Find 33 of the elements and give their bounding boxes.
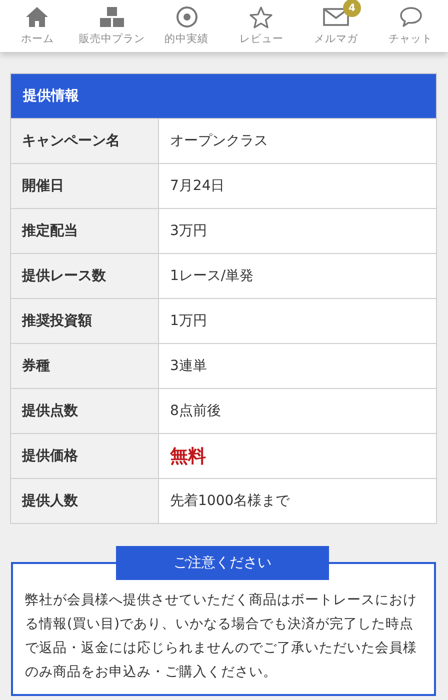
- chat-icon: [398, 6, 423, 28]
- row-value: 1レース/単発: [169, 267, 255, 286]
- nav-tab[interactable]: 販売中プラン: [74, 0, 150, 52]
- row-label: キャンペーン名: [11, 119, 159, 163]
- star-icon: [249, 6, 274, 28]
- row-label: 券種: [11, 344, 159, 388]
- row-label: 開催日: [11, 164, 159, 208]
- notice-title: ご注意ください: [116, 546, 329, 580]
- nav-tab[interactable]: 4 メルマガ: [298, 0, 374, 52]
- row-label: 推奨投資額: [11, 299, 159, 343]
- nav-tab[interactable]: チャット: [373, 0, 448, 52]
- nav-tab[interactable]: ホーム: [0, 0, 75, 52]
- row-label: 提供レース数: [11, 254, 159, 298]
- row-label: 推定配当: [11, 209, 159, 253]
- row-label: 提供点数: [11, 389, 159, 433]
- target-icon: [176, 6, 198, 28]
- row-label: 提供人数: [11, 479, 159, 523]
- home-icon: [25, 6, 50, 28]
- count-badge: 4: [343, 0, 362, 17]
- row-value: 7月24日: [169, 177, 226, 196]
- nav-tab[interactable]: レビュー: [224, 0, 299, 52]
- row-label: 提供価格: [11, 434, 159, 478]
- row-value: 3連単: [169, 357, 208, 376]
- row-value: オープンクラス: [169, 132, 269, 151]
- table-header: 提供情報: [11, 74, 436, 118]
- row-value: 先着1000名様まで: [169, 492, 291, 511]
- row-value: 無料: [168, 445, 207, 469]
- row-value: 3万円: [169, 222, 208, 241]
- mail-icon: [323, 8, 350, 26]
- nav-tab[interactable]: 的中実績: [149, 0, 224, 52]
- row-value: 1万円: [169, 312, 208, 331]
- row-value: 8点前後: [169, 402, 222, 421]
- boxes-icon: [99, 6, 125, 28]
